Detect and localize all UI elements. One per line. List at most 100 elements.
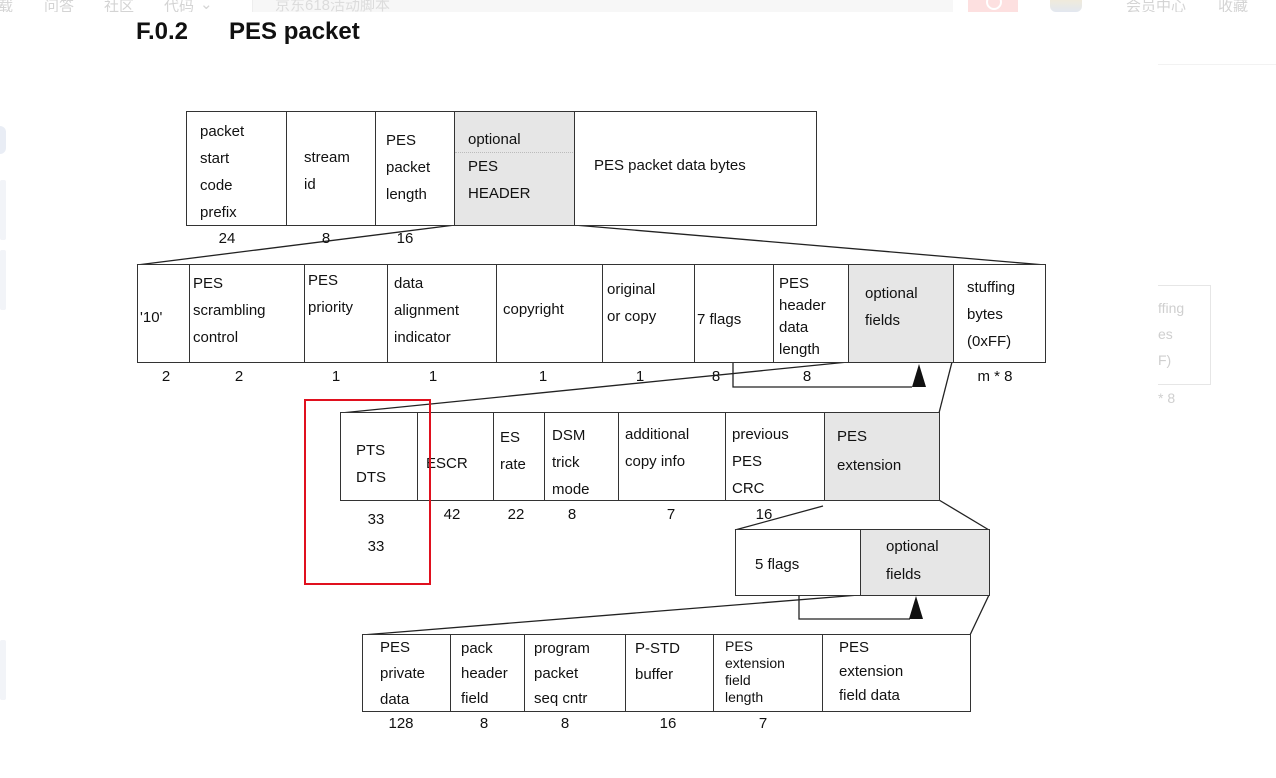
bits-label: 7 bbox=[666, 506, 676, 523]
chevron-down-icon: ⌄ bbox=[200, 0, 213, 12]
nav-item-download[interactable]: 载 bbox=[0, 0, 13, 12]
nav-item-code[interactable]: 代码 bbox=[164, 0, 194, 12]
field-es-rate[interactable]: ES rate bbox=[493, 413, 545, 500]
search-button[interactable] bbox=[968, 0, 1018, 12]
bits-label: 2 bbox=[234, 368, 244, 385]
background-divider bbox=[1158, 64, 1276, 65]
nav-item-community[interactable]: 社区 bbox=[104, 0, 134, 12]
favorites-link[interactable]: 收藏 bbox=[1218, 0, 1248, 12]
field-label: stream id bbox=[304, 149, 350, 193]
field-label: '10' bbox=[140, 309, 163, 326]
field-p-std-buffer[interactable]: P-STD buffer bbox=[625, 635, 714, 711]
bits-label: 2 bbox=[161, 368, 171, 385]
bits-label: 8 bbox=[321, 230, 331, 247]
field-label: PES extension field length bbox=[725, 638, 785, 705]
field-pes-scrambling-control[interactable]: PES scrambling control bbox=[189, 265, 305, 362]
bits-label: 1 bbox=[331, 368, 341, 385]
pes-extension-row: 5 flags optional fields bbox=[735, 529, 990, 596]
field-pes-extension-field-length[interactable]: PES extension field length bbox=[713, 635, 823, 711]
field-data-alignment-indicator[interactable]: data alignment indicator bbox=[387, 265, 497, 362]
field-extension-optional-fields[interactable]: optional fields bbox=[860, 530, 989, 595]
expand-line-left bbox=[361, 594, 860, 636]
ghost-text: ffing bbox=[1158, 300, 1185, 316]
field-label: pack header field bbox=[461, 640, 508, 707]
search-input[interactable]: 京东618活动脚本 bbox=[252, 0, 953, 12]
arrow-up-icon bbox=[909, 596, 923, 619]
bits-label: 1 bbox=[538, 368, 548, 385]
rail-decor bbox=[0, 180, 6, 240]
field-pack-header-field[interactable]: pack header field bbox=[450, 635, 525, 711]
field-previous-pes-crc[interactable]: previous PES CRC bbox=[725, 413, 825, 500]
flags-bracket bbox=[798, 595, 910, 620]
search-icon bbox=[986, 0, 1002, 10]
expand-line-left bbox=[734, 505, 824, 531]
field-label: PES header data length bbox=[779, 275, 826, 358]
field-label: program packet seq cntr bbox=[534, 640, 590, 707]
bits-label: 24 bbox=[218, 230, 236, 247]
field-label: ES rate bbox=[500, 429, 526, 473]
field-pes-packet-length[interactable]: PES packet length bbox=[375, 112, 455, 225]
field-stuffing-bytes[interactable]: stuffing bytes (0xFF) bbox=[953, 265, 1045, 362]
field-label: original or copy bbox=[607, 281, 657, 325]
field-label: stuffing bytes (0xFF) bbox=[967, 279, 1016, 350]
field-pes-private-data[interactable]: PES private data bbox=[363, 635, 451, 711]
field-pes-extension-field-data[interactable]: PES extension field data bbox=[822, 635, 970, 711]
field-pes-extension[interactable]: PES extension bbox=[824, 413, 939, 500]
field-additional-copy-info[interactable]: additional copy info bbox=[618, 413, 726, 500]
field-label: 7 flags bbox=[697, 311, 742, 328]
field-pes-header-data-length[interactable]: PES header data length bbox=[773, 265, 849, 362]
ghost-text: es bbox=[1158, 326, 1173, 342]
field-label: optional PES HEADER bbox=[468, 131, 531, 202]
expand-line-right bbox=[573, 224, 1046, 266]
field-copyright[interactable]: copyright bbox=[496, 265, 603, 362]
bits-label: 22 bbox=[507, 506, 525, 523]
length-bracket bbox=[732, 362, 912, 388]
field-label: PES extension field data bbox=[839, 639, 904, 704]
bits-label: m * 8 bbox=[977, 368, 1013, 385]
field-pes-packet-data-bytes[interactable]: PES packet data bytes bbox=[574, 112, 816, 225]
bits-label: 16 bbox=[755, 506, 773, 523]
bits-label: 8 bbox=[560, 715, 570, 732]
field-label: copyright bbox=[503, 301, 564, 318]
field-label: DSM trick mode bbox=[552, 427, 590, 498]
field-label: ESCR bbox=[426, 455, 468, 472]
field-stream-id[interactable]: stream id bbox=[286, 112, 376, 225]
expand-line-right bbox=[938, 499, 990, 531]
rail-decor bbox=[0, 126, 6, 154]
field-7-flags[interactable]: 7 flags bbox=[694, 265, 774, 362]
background-left-rail bbox=[0, 40, 8, 740]
optional-pes-header-row: '10' PES scrambling control PES priority… bbox=[137, 264, 1046, 363]
bits-label: 1 bbox=[428, 368, 438, 385]
section-number: F.0.2 bbox=[136, 18, 189, 45]
bits-label: 1 bbox=[635, 368, 645, 385]
field-label: PES packet length bbox=[386, 132, 431, 203]
field-label: PES private data bbox=[380, 639, 426, 708]
field-5-flags[interactable]: 5 flags bbox=[736, 530, 861, 595]
field-pes-priority[interactable]: PES priority bbox=[304, 265, 388, 362]
section-heading: F.0.2 PES packet bbox=[136, 18, 360, 46]
extension-optional-fields-row: PES private data pack header field progr… bbox=[362, 634, 971, 712]
field-label: data alignment indicator bbox=[394, 275, 460, 346]
field-label: previous PES CRC bbox=[732, 426, 789, 497]
field-packet-start-code-prefix[interactable]: packet start code prefix bbox=[187, 112, 287, 225]
field-label: PES packet data bytes bbox=[594, 157, 746, 174]
field-optional-pes-header[interactable]: optional PES HEADER bbox=[454, 112, 575, 225]
field-dsm-trick-mode[interactable]: DSM trick mode bbox=[544, 413, 619, 500]
field-label: optional fields bbox=[886, 538, 939, 583]
field-marker-10[interactable]: '10' bbox=[138, 265, 190, 362]
field-label: 5 flags bbox=[755, 556, 800, 573]
field-program-packet-seq-cntr[interactable]: program packet seq cntr bbox=[524, 635, 626, 711]
member-center-link[interactable]: 会员中心 bbox=[1126, 0, 1186, 12]
bits-label: 16 bbox=[396, 230, 414, 247]
avatar[interactable] bbox=[1050, 0, 1082, 12]
bits-label: 8 bbox=[802, 368, 812, 385]
expand-line-right bbox=[938, 361, 953, 414]
field-label: optional fields bbox=[865, 285, 918, 329]
ghost-stuffing-cell: ffing es F) bbox=[1158, 285, 1211, 385]
bits-label: 7 bbox=[758, 715, 768, 732]
nav-item-qa[interactable]: 问答 bbox=[44, 0, 74, 12]
pes-packet-row: packet start code prefix stream id PES p… bbox=[186, 111, 817, 226]
field-original-or-copy[interactable]: original or copy bbox=[602, 265, 695, 362]
bits-label: 128 bbox=[388, 715, 414, 732]
field-optional-fields[interactable]: optional fields bbox=[848, 265, 954, 362]
